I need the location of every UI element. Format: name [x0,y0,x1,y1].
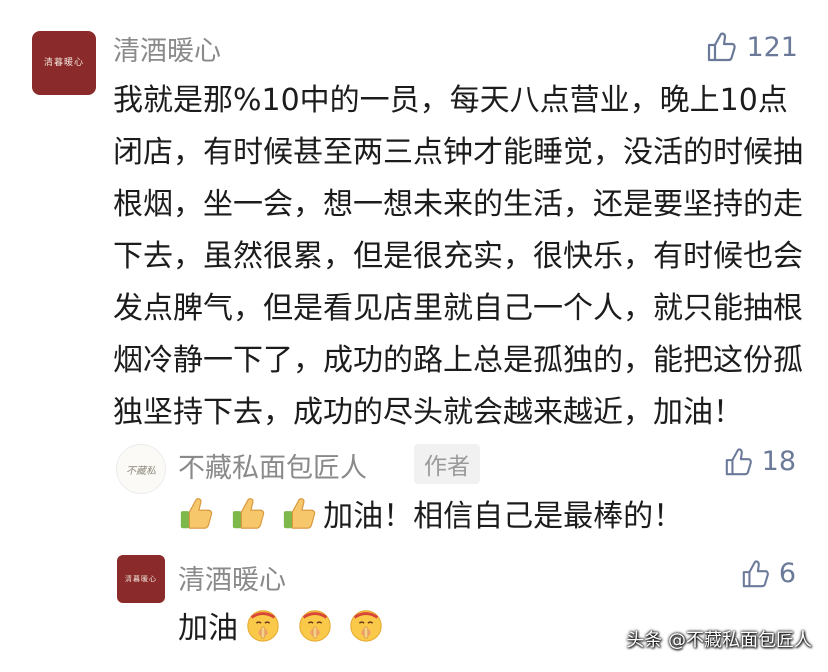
comment-text: 我就是那%10中的一员，每天八点营业，晚上10点闭店，有时候甚至两三点钟才能睡觉… [113,83,803,430]
reply-text: 加油 [178,602,389,648]
like-count: 121 [746,31,798,63]
thumbs-up-emoji [232,498,264,529]
like-button[interactable]: 6 [741,558,796,589]
comment-user-name[interactable]: 清酒暖心 [113,29,221,68]
avatar[interactable]: 清暮暖心 [117,555,165,603]
shushing-face-emoji-group [244,606,389,644]
comment-thread: 清暮暖心 清酒暖心 121 我就是那%10中的一员，每天八点营业，晚上10点闭店… [0,0,828,672]
avatar[interactable]: 不藏私 [116,444,166,494]
reply-user-name[interactable]: 清酒暖心 [178,558,286,597]
thumbs-up-emoji-group [178,494,323,532]
thumbs-up-emoji [283,498,316,529]
like-button[interactable]: 121 [706,31,798,63]
thumbs-up-icon [741,559,771,589]
thumbs-up-icon [706,31,738,63]
avatar[interactable]: 清暮暖心 [32,31,96,95]
thumbs-up-emoji [180,498,213,529]
reply-text: 加油！相信自己是最棒的！ [178,490,683,536]
shushing-face-emoji [350,610,382,642]
like-count: 18 [761,446,796,477]
reply-text-content: 加油 [178,611,238,646]
reply-user-name[interactable]: 不藏私面包匠人 [178,446,367,485]
like-button[interactable]: 18 [724,446,796,477]
author-badge: 作者 [414,444,480,484]
shushing-face-emoji [298,610,331,642]
reply-text-content: 加油！相信自己是最棒的！ [323,499,684,534]
like-count: 6 [778,558,796,589]
shushing-face-emoji [247,610,279,642]
watermark: 头条 @不藏私面包匠人 [626,630,812,651]
thumbs-up-icon [724,447,754,477]
